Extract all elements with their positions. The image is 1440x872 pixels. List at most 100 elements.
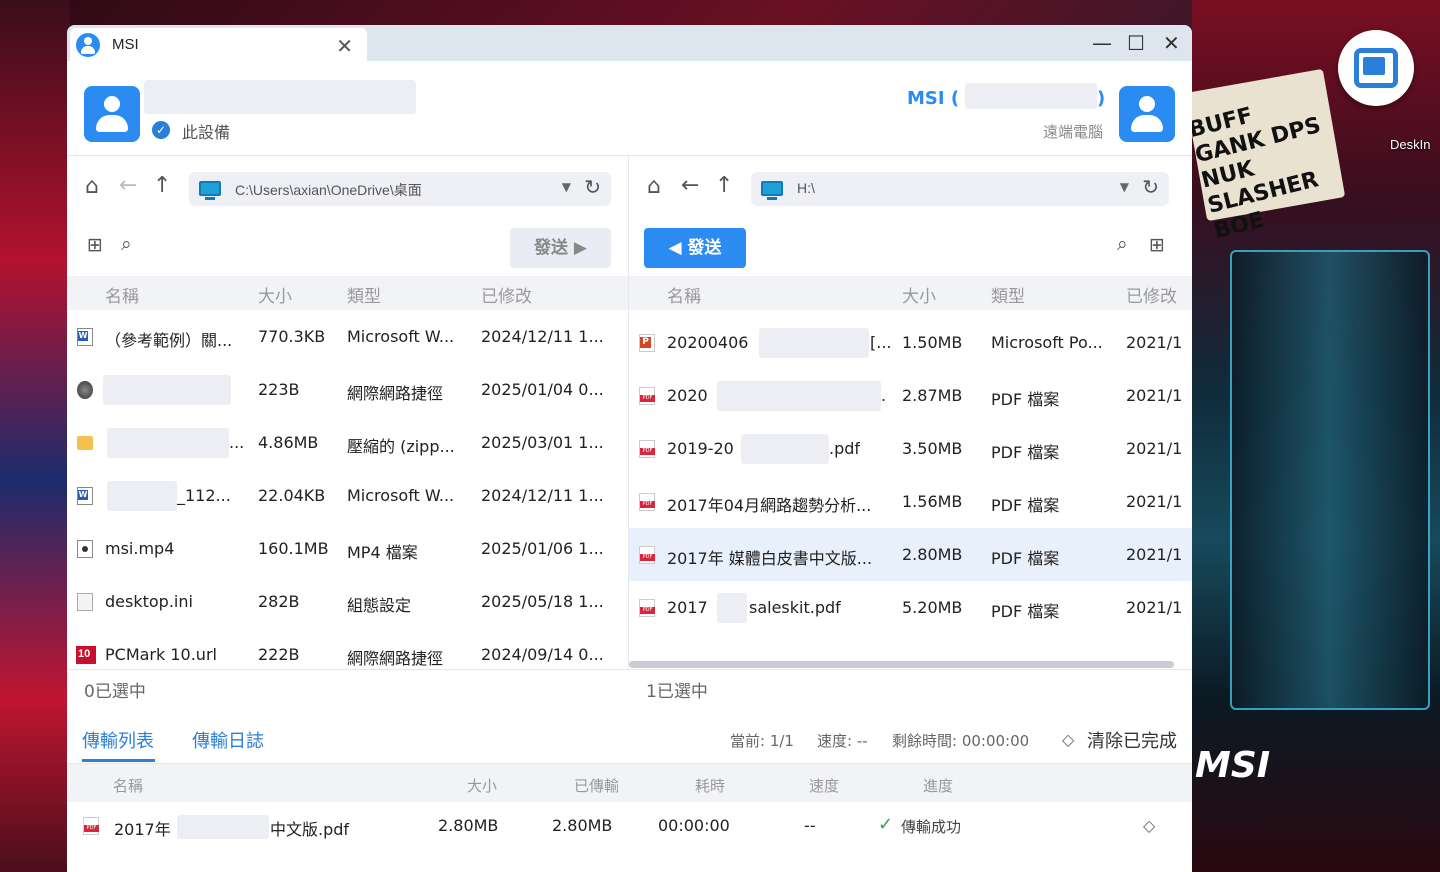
redacted-file-name xyxy=(107,428,229,458)
tab-transfer-list[interactable]: 傳輸列表 xyxy=(82,727,154,753)
new-folder-icon[interactable]: ⊞ xyxy=(87,234,103,256)
file-name: 20200406 xyxy=(667,333,749,352)
file-row-selected[interactable]: 2017年 媒體白皮書中文版... 2.80MB PDF 檔案 2021/1 xyxy=(629,528,1192,581)
home-icon[interactable]: ⌂ xyxy=(647,174,661,199)
redacted-remote-name xyxy=(965,83,1097,109)
local-address-bar[interactable]: C:\Users\axian\OneDrive\桌面 ▼ ↻ xyxy=(189,172,611,206)
file-row[interactable]: 2017年04月網路趨勢分析... 1.56MB PDF 檔案 2021/1 xyxy=(629,475,1192,528)
pdf-file-icon xyxy=(639,599,655,617)
ppt-file-icon xyxy=(639,334,655,352)
send-button-disabled[interactable]: 發送 ▶ xyxy=(510,228,611,268)
local-selection-status: 0已選中 xyxy=(84,682,146,702)
transfer-row[interactable]: 2017年 中文版.pdf 2.80MB 2.80MB 00:00:00 -- … xyxy=(67,803,1192,849)
video-file-icon xyxy=(77,540,93,558)
eraser-icon[interactable]: ◇ xyxy=(1062,730,1074,749)
wallpaper-brand: MSI xyxy=(1195,745,1271,786)
deskin-app-label[interactable]: DeskIn xyxy=(1390,137,1430,152)
refresh-icon[interactable]: ↻ xyxy=(584,175,601,199)
local-file-panel: ⌂ ← ↑ C:\Users\axian\OneDrive\桌面 ▼ ↻ ⊞ ⌕… xyxy=(67,156,628,669)
col-size[interactable]: 大小 xyxy=(258,282,292,307)
up-arrow-icon[interactable]: ↑ xyxy=(153,173,171,198)
wallpaper-pc-tower xyxy=(1230,250,1430,710)
transfer-speed-value: -- xyxy=(804,816,816,835)
file-row[interactable]: 223B 網際網路捷徑 2025/01/04 0... xyxy=(67,363,628,416)
file-row[interactable]: ... 4.86MB 壓縮的 (zipp... 2025/03/01 1... xyxy=(67,416,628,469)
file-row[interactable]: 2020 . 2.87MB PDF 檔案 2021/1 xyxy=(629,369,1192,422)
remote-file-panel: ⌂ ← ↑ H:\ ▼ ↻ ◀ 發送 ⌕ ⊞ 名稱 大小 類型 已修改 2020… xyxy=(629,156,1192,669)
deskin-app-icon[interactable] xyxy=(1338,30,1414,106)
file-row[interactable]: _112... 22.04KB Microsoft W... 2024/12/1… xyxy=(67,469,628,522)
local-device-avatar xyxy=(84,86,140,142)
col-type[interactable]: 類型 xyxy=(347,282,381,307)
minimize-icon[interactable]: — xyxy=(1092,31,1112,55)
file-row[interactable]: 20200406 [... 1.50MB Microsoft Po... 202… xyxy=(629,316,1192,369)
back-arrow-icon[interactable]: ← xyxy=(681,173,699,198)
remote-selection-status: 1已選中 xyxy=(646,682,708,702)
remote-path: H:\ xyxy=(797,180,815,196)
file-type: 網際網路捷徑 xyxy=(347,649,444,668)
file-name-tail: . xyxy=(881,386,887,405)
pdf-file-icon xyxy=(83,817,99,835)
file-modified: 2021/1 xyxy=(1126,598,1183,617)
col-name[interactable]: 名稱 xyxy=(667,282,701,307)
pdf-file-icon xyxy=(639,440,655,458)
word-doc-icon xyxy=(77,328,93,346)
redacted-file-name xyxy=(103,375,231,405)
col-modified[interactable]: 已修改 xyxy=(481,282,532,307)
window-tab[interactable]: MSI ✕ xyxy=(70,28,367,61)
file-size: 222B xyxy=(258,645,300,664)
col-modified[interactable]: 已修改 xyxy=(1126,282,1177,307)
refresh-icon[interactable]: ↻ xyxy=(1142,175,1159,199)
new-folder-icon[interactable]: ⊞ xyxy=(1149,234,1165,256)
file-row[interactable]: msi.mp4 160.1MB MP4 檔案 2025/01/06 1... xyxy=(67,522,628,575)
remote-device-avatar xyxy=(1119,86,1175,142)
send-button[interactable]: ◀ 發送 xyxy=(644,228,746,268)
th-transferred: 已傳輸 xyxy=(574,777,620,795)
search-icon[interactable]: ⌕ xyxy=(121,233,132,255)
up-arrow-icon[interactable]: ↑ xyxy=(715,173,733,198)
back-arrow-icon[interactable]: ← xyxy=(119,173,137,198)
transfer-status: 傳輸成功 xyxy=(901,818,962,836)
file-size: 2.87MB xyxy=(902,386,963,405)
file-row[interactable]: 2019-20 .pdf 3.50MB PDF 檔案 2021/1 xyxy=(629,422,1192,475)
pcmark-icon xyxy=(76,646,96,664)
tab-transfer-log[interactable]: 傳輸日誌 xyxy=(192,727,264,753)
file-name: msi.mp4 xyxy=(105,539,175,558)
file-type: 組態設定 xyxy=(347,596,412,615)
file-row[interactable]: desktop.ini 282B 組態設定 2025/05/18 1... xyxy=(67,575,628,628)
col-name[interactable]: 名稱 xyxy=(105,282,139,307)
file-size: 160.1MB xyxy=(258,539,329,558)
remote-device-label: 遠端電腦 xyxy=(1043,123,1104,141)
file-size: 5.20MB xyxy=(902,598,963,617)
home-icon[interactable]: ⌂ xyxy=(85,174,99,199)
file-row[interactable]: 2017 saleskit.pdf 5.20MB PDF 檔案 2021/1 xyxy=(629,581,1192,634)
file-modified: 2025/01/04 0... xyxy=(481,380,604,399)
dropdown-caret-icon[interactable]: ▼ xyxy=(1120,180,1129,194)
file-size: 1.56MB xyxy=(902,492,963,511)
col-type[interactable]: 類型 xyxy=(991,282,1025,307)
file-modified: 2025/01/06 1... xyxy=(481,539,604,558)
clear-completed-button[interactable]: 清除已完成 xyxy=(1087,727,1177,753)
redacted-device-name xyxy=(144,80,416,114)
file-modified: 2021/1 xyxy=(1126,492,1183,511)
file-name-tail: .pdf xyxy=(829,439,861,458)
remote-address-bar[interactable]: H:\ ▼ ↻ xyxy=(751,172,1169,206)
eraser-icon[interactable]: ◇ xyxy=(1143,816,1155,835)
horizontal-scrollbar[interactable] xyxy=(629,661,1174,668)
col-size[interactable]: 大小 xyxy=(902,282,936,307)
search-icon[interactable]: ⌕ xyxy=(1117,233,1128,255)
file-row[interactable]: PCMark 10.url 222B 網際網路捷徑 2024/09/14 0..… xyxy=(67,628,628,669)
file-size: 223B xyxy=(258,380,300,399)
file-type: MP4 檔案 xyxy=(347,543,418,562)
tab-close-icon[interactable]: ✕ xyxy=(336,34,353,58)
file-row[interactable]: （參考範例）關... 770.3KB Microsoft W... 2024/1… xyxy=(67,310,628,363)
file-modified: 2024/09/14 0... xyxy=(481,645,604,664)
file-name: _112... xyxy=(177,486,231,505)
file-size: 3.50MB xyxy=(902,439,963,458)
file-modified: 2021/1 xyxy=(1126,386,1183,405)
dropdown-caret-icon[interactable]: ▼ xyxy=(562,180,571,194)
close-window-icon[interactable]: ✕ xyxy=(1163,31,1180,55)
word-doc-icon xyxy=(77,487,93,505)
maximize-icon[interactable]: ☐ xyxy=(1127,31,1145,55)
redacted-file-name xyxy=(759,328,869,358)
